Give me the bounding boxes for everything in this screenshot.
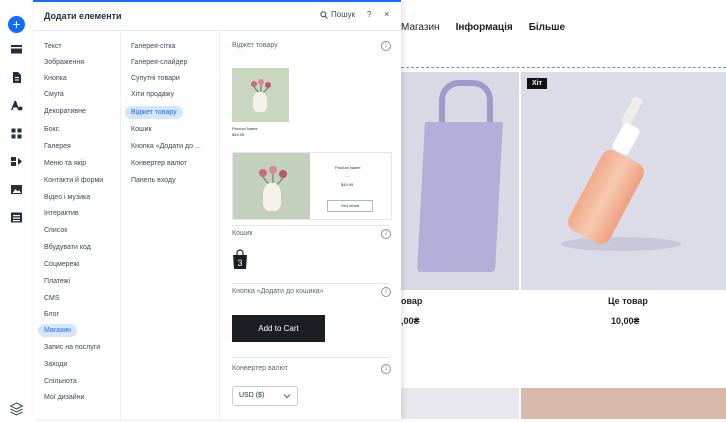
subcategory-item[interactable]: Панель входу — [125, 174, 182, 187]
category-item[interactable]: Мої дизайни — [38, 391, 90, 404]
category-item[interactable]: Запис на послуги — [38, 341, 106, 354]
category-item[interactable]: Декоративне — [38, 105, 92, 118]
category-item[interactable]: Смуга — [38, 88, 70, 101]
section-title-currency-converter: Конвертер валют — [232, 365, 288, 372]
product-name: Product Name — [335, 165, 361, 170]
category-item-shop[interactable]: Магазин — [38, 324, 78, 337]
subcategory-list: Галерея-сітка Галерея-слайдер Супутні то… — [120, 31, 220, 419]
category-item[interactable]: Блог — [38, 308, 65, 321]
category-item[interactable]: Зображення — [38, 56, 90, 69]
media-icon[interactable] — [8, 181, 25, 198]
vase-shape — [253, 92, 267, 112]
product-title[interactable]: Це товар — [608, 296, 648, 306]
bag-shape — [417, 122, 503, 272]
apps-icon[interactable] — [8, 125, 25, 142]
view-details-button: View details — [327, 200, 373, 212]
cms-table-icon[interactable] — [8, 209, 25, 226]
currency-value: USD ($) — [239, 392, 265, 399]
divider — [232, 283, 389, 284]
category-item[interactable]: Соцмережі — [38, 258, 86, 271]
product-title[interactable]: овар — [401, 296, 422, 306]
divider — [232, 357, 389, 358]
info-icon[interactable]: i — [381, 229, 391, 239]
category-item[interactable]: Текст — [38, 40, 68, 53]
subcategory-item-product-widget[interactable]: Віджет товару — [125, 106, 183, 119]
site-nav: Магазин Інформація Більше — [401, 22, 565, 33]
site-nav-item-info[interactable]: Інформація — [456, 22, 513, 33]
search-icon — [320, 10, 328, 19]
product-image — [233, 153, 310, 219]
section-title-product-widget: Віджет товару — [232, 42, 278, 49]
category-item[interactable]: Контакти й форми — [38, 174, 109, 187]
subcategory-item[interactable]: Кошик — [125, 123, 158, 136]
bottle-shape — [564, 146, 648, 248]
section-title-cart: Кошик — [232, 230, 253, 237]
info-icon[interactable]: i — [381, 364, 391, 374]
cart-count: 3 — [237, 258, 242, 268]
product-price: $49.95 — [232, 132, 245, 137]
divider — [232, 225, 389, 226]
add-elements-icon[interactable]: + — [8, 16, 25, 33]
site-nav-item-shop[interactable]: Магазин — [401, 22, 440, 33]
category-item[interactable]: Платежі — [38, 275, 76, 288]
category-item[interactable]: Інтерактив — [38, 207, 85, 220]
category-item[interactable]: Галерея — [38, 140, 77, 153]
layers-icon[interactable] — [8, 400, 25, 417]
info-icon[interactable]: i — [381, 287, 391, 297]
product-image-bag[interactable] — [401, 72, 519, 290]
category-item[interactable]: Заходи — [38, 358, 73, 371]
product-image-next[interactable] — [401, 388, 519, 419]
subcategory-item[interactable]: Галерея-слайдер — [125, 56, 193, 69]
subcategory-item[interactable]: Конвертер валют — [125, 157, 193, 170]
pages-icon[interactable] — [8, 69, 25, 86]
left-toolbar: + — [0, 0, 34, 419]
search-button[interactable]: Пошук — [320, 10, 355, 19]
chevron-down-icon — [283, 394, 291, 399]
vase-shape — [263, 183, 281, 211]
product-image-bottle[interactable]: Хіт — [521, 72, 726, 290]
section-title-add-to-cart: Кнопка «Додати до кошика» — [232, 288, 324, 295]
product-widget-large-preview[interactable]: Product Name — $49.99 View details — [232, 152, 392, 220]
add-to-cart-button-preview[interactable]: Add to Cart — [232, 315, 325, 342]
bottle-cap-shape — [620, 95, 644, 127]
category-item[interactable]: Кнопка — [38, 72, 73, 85]
currency-converter-preview[interactable]: USD ($) — [232, 386, 298, 406]
category-item[interactable]: Вбудувати код — [38, 241, 97, 254]
cart-icon[interactable]: 3 — [232, 249, 248, 270]
product-widget-small-preview[interactable] — [232, 68, 289, 122]
panel-title: Додати елементи — [44, 11, 122, 21]
product-price: ,00₴ — [401, 316, 420, 326]
product-divider: — — [345, 173, 349, 178]
category-item[interactable]: Меню та якір — [38, 157, 92, 170]
category-item[interactable]: Список — [38, 224, 73, 237]
element-preview-area: Віджет товару i Product Name $49.95 Prod… — [219, 31, 401, 419]
category-item[interactable]: Спільнота — [38, 375, 83, 388]
site-nav-item-more[interactable]: Більше — [529, 22, 565, 33]
subcategory-item[interactable]: Галерея-сітка — [125, 40, 182, 53]
category-list: Текст Зображення Кнопка Смуга Декоративн… — [33, 31, 121, 419]
search-label: Пошук — [331, 10, 356, 19]
product-price: 10,00₴ — [611, 316, 640, 326]
category-item[interactable]: Відео і музика — [38, 191, 96, 204]
subcategory-item[interactable]: Супутні товари — [125, 72, 186, 85]
category-item[interactable]: CMS — [38, 292, 66, 305]
info-icon[interactable]: i — [381, 41, 391, 51]
hit-badge: Хіт — [527, 78, 548, 89]
sections-icon[interactable] — [8, 41, 25, 58]
bottle-shadow — [561, 237, 681, 251]
add-elements-panel: Додати елементи Пошук ? × Текст Зображен… — [33, 0, 401, 419]
product-name: Product Name — [232, 126, 258, 131]
product-price: $49.99 — [341, 182, 354, 187]
section-divider — [401, 67, 726, 68]
theme-icon[interactable] — [8, 97, 25, 114]
subcategory-item[interactable]: Кнопка «Додати до ... — [125, 140, 207, 153]
panel-header: Додати елементи Пошук ? × — [33, 2, 401, 31]
category-item[interactable]: Бокс — [38, 123, 65, 136]
business-icon[interactable] — [8, 153, 25, 170]
product-image-next[interactable] — [521, 388, 726, 419]
close-button[interactable]: × — [384, 9, 389, 19]
subcategory-item[interactable]: Хіти продажу — [125, 88, 180, 101]
help-button[interactable]: ? — [367, 10, 371, 19]
